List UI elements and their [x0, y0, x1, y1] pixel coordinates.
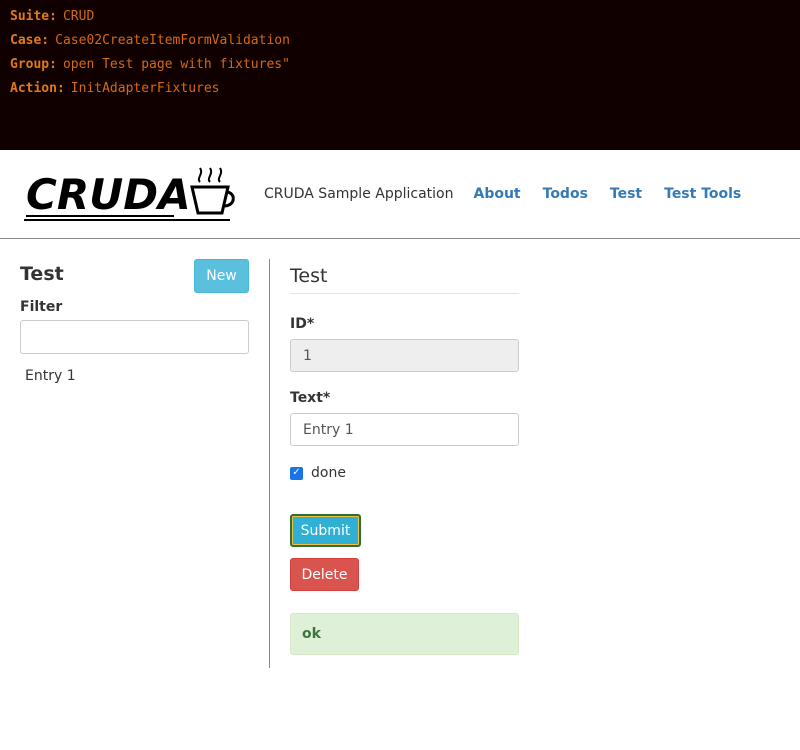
nav-link-test-tools[interactable]: Test Tools: [664, 186, 741, 202]
brand-name[interactable]: CRUDA Sample Application: [264, 186, 453, 202]
console-key: Case:: [10, 33, 50, 48]
edit-form: Test ID* 1 Text* Entry 1 ✓ done Submit D…: [290, 259, 519, 655]
console-key: Suite:: [10, 9, 57, 24]
done-label[interactable]: done: [311, 465, 346, 481]
console-row-group: Group: open Test page with fixtures": [10, 53, 790, 77]
navbar: CRUDA CRUDA Sample Application About Tod…: [0, 150, 800, 239]
done-checkbox[interactable]: ✓: [290, 466, 303, 480]
filter-label: Filter: [20, 299, 63, 315]
nav-link-about[interactable]: About: [473, 186, 520, 202]
submit-button[interactable]: Submit: [290, 514, 361, 547]
nav-link-todos[interactable]: Todos: [543, 186, 588, 202]
list-item[interactable]: Entry 1: [20, 368, 249, 384]
nav-link-test[interactable]: Test: [610, 186, 642, 202]
filter-input[interactable]: [20, 320, 249, 354]
console-row-action: Action: InitAdapterFixtures: [10, 77, 790, 101]
console-value: open Test page with fixtures": [62, 57, 290, 72]
console-key: Group:: [10, 57, 57, 72]
new-button[interactable]: New: [194, 259, 249, 293]
coffee-cup-icon: [190, 167, 235, 215]
console-value: Case02CreateItemFormValidation: [55, 33, 290, 48]
delete-button[interactable]: Delete: [290, 558, 359, 591]
text-label: Text*: [290, 390, 331, 406]
main-content: Test New Filter Entry 1 Test ID* 1 Text*…: [0, 239, 800, 749]
console-value: InitAdapterFixtures: [70, 81, 220, 96]
form-title: Test: [290, 265, 519, 294]
console-row-suite: Suite: CRUD: [10, 5, 790, 29]
text-field[interactable]: Entry 1: [290, 413, 519, 446]
id-label: ID*: [290, 316, 315, 332]
test-console: Suite: CRUD Case: Case02CreateItemFormVali…: [0, 0, 800, 150]
console-value: CRUD: [62, 9, 95, 24]
vertical-divider: [269, 259, 270, 668]
status-alert: ok: [290, 613, 519, 655]
cruda-logo[interactable]: CRUDA: [24, 164, 236, 224]
list-sidebar: Test New Filter Entry 1: [20, 259, 249, 384]
logo-text: CRUDA: [26, 170, 191, 219]
console-row-case: Case: Case02CreateItemFormValidation: [10, 29, 790, 53]
console-key: Action:: [10, 81, 65, 96]
logo-graphic: CRUDA: [24, 167, 235, 221]
id-field[interactable]: 1: [290, 339, 519, 372]
done-checkbox-row: ✓ done: [290, 465, 519, 481]
